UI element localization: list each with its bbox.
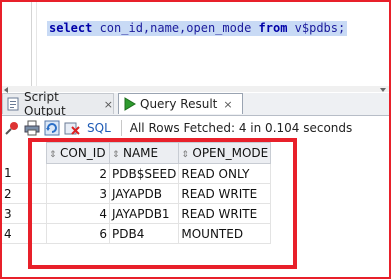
collapse-down-icon[interactable] (380, 88, 386, 92)
tab-script-output-label: Script Output (24, 90, 66, 118)
gutter-divider (31, 0, 32, 86)
keyword-from: from (258, 21, 288, 35)
tab-query-result-label: Query Result (140, 97, 218, 111)
keyword-select: select (49, 21, 93, 35)
cancel-query-icon[interactable] (64, 120, 80, 136)
gutter-divider-secondary (36, 0, 37, 86)
tab-script-output[interactable]: Script Output × (2, 90, 114, 118)
sql-button[interactable]: SQL (87, 121, 111, 135)
result-toolbar: SQL All Rows Fetched: 4 in 0.104 seconds (0, 116, 391, 140)
fetch-status: All Rows Fetched: 4 in 0.104 seconds (129, 121, 353, 135)
close-icon[interactable]: × (223, 98, 232, 111)
script-output-icon (6, 97, 20, 111)
output-tabs: Script Output × Query Result × (0, 90, 391, 118)
sql-editor[interactable]: select con_id,name,open_mode from v$pdbs… (0, 0, 391, 87)
refresh-icon[interactable] (44, 120, 60, 136)
print-icon[interactable] (24, 120, 40, 136)
run-icon (122, 97, 136, 111)
toolbar-separator (120, 120, 122, 136)
highlight-box (28, 138, 297, 269)
sql-statement[interactable]: select con_id,name,open_mode from v$pdbs… (47, 21, 348, 36)
sql-table: v$pdbs; (287, 21, 346, 35)
editor-gutter (0, 0, 30, 86)
pin-icon[interactable] (4, 120, 20, 136)
tab-query-result[interactable]: Query Result × (118, 93, 243, 114)
sql-columns: con_id,name,open_mode (92, 21, 259, 35)
close-icon[interactable]: × (104, 98, 113, 111)
